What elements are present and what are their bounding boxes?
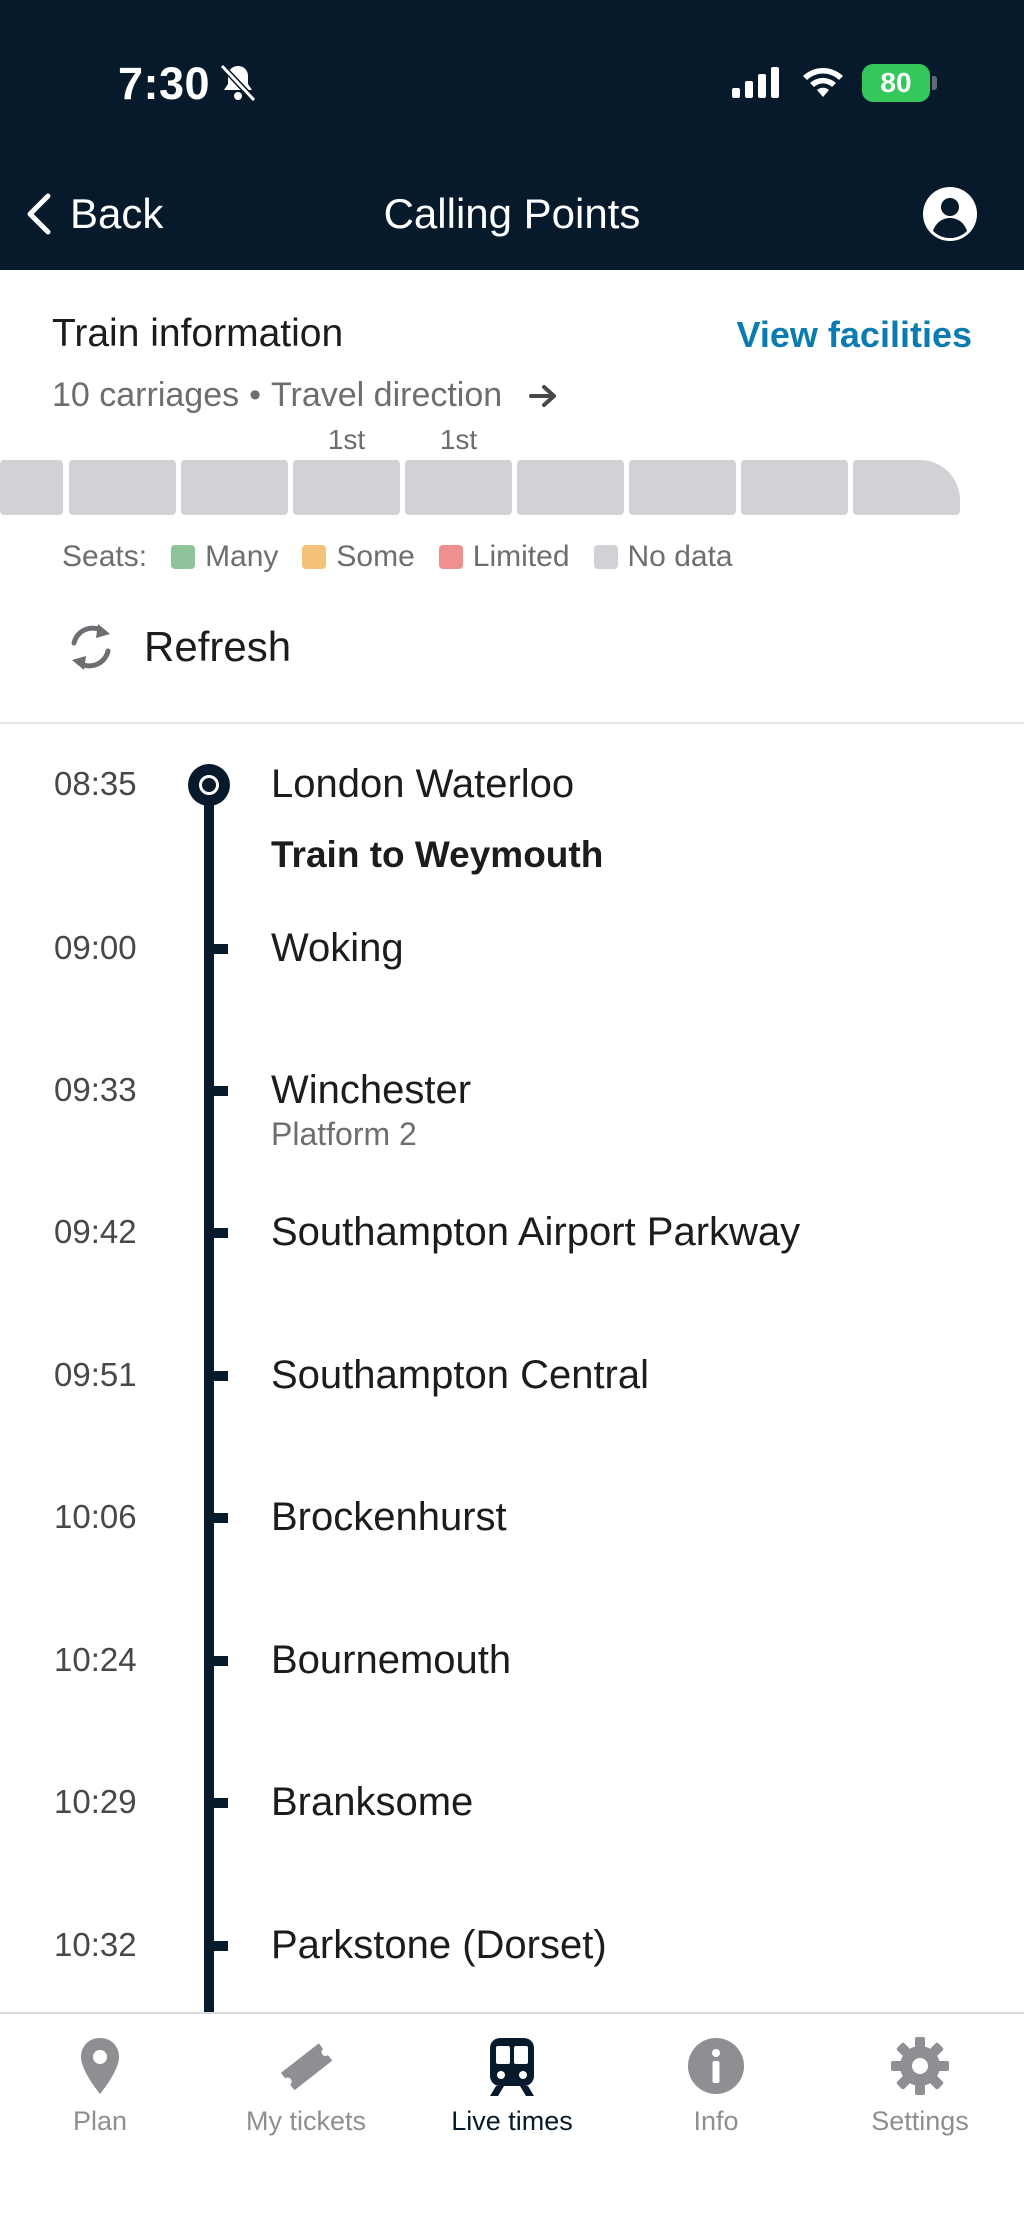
stop-time: 08:35 — [54, 765, 137, 802]
refresh-button[interactable]: Refresh — [64, 618, 291, 676]
carriage — [181, 460, 288, 515]
location-pin-icon — [81, 2038, 119, 2094]
gear-icon — [891, 2037, 949, 2095]
stop-time: 09:33 — [54, 1071, 137, 1108]
calling-point-row[interactable]: 09:42 Southampton Airport Parkway — [0, 1202, 1024, 1262]
carriage — [517, 460, 624, 515]
tab-label: Live times — [451, 2106, 573, 2136]
stop-name: Southampton Airport Parkway — [271, 1210, 801, 1254]
tab-live-times[interactable]: Live times — [412, 2034, 612, 2137]
chevron-left-icon — [27, 193, 51, 235]
stop-marker — [212, 1941, 228, 1951]
train-destination-heading: Train to Weymouth — [271, 834, 604, 875]
carriage — [0, 460, 63, 515]
travel-direction-label: Travel direction — [271, 376, 503, 414]
stop-name: Brockenhurst — [271, 1495, 507, 1539]
legend-swatch-no-data — [593, 545, 618, 569]
seats-legend: Seats: Many Some Limited No data — [62, 540, 733, 574]
stop-name: Bournemouth — [271, 1638, 512, 1682]
tab-label: Plan — [72, 2106, 128, 2136]
legend-label-limited: Limited — [472, 540, 570, 573]
divider — [0, 722, 1024, 724]
legend-title: Seats: — [62, 540, 148, 573]
stop-marker — [212, 1656, 228, 1666]
calling-point-row[interactable]: 08:35 London Waterloo — [0, 754, 1024, 814]
header: 7:30 80 Back Calling Points — [0, 0, 1024, 270]
stop-marker — [212, 1228, 228, 1238]
battery-indicator: 80 — [862, 64, 930, 102]
stop-time: 09:00 — [54, 929, 137, 966]
stop-name: Branksome — [271, 1780, 474, 1824]
stop-time: 10:29 — [54, 1783, 137, 1820]
refresh-icon — [71, 624, 111, 670]
calling-point-row[interactable]: 10:32 Parkstone (Dorset) — [0, 1915, 1024, 1975]
train-summary: 10 carriages • Travel direction — [52, 376, 560, 415]
train-icon — [490, 2038, 534, 2096]
stop-marker — [212, 1798, 228, 1808]
tab-label: My tickets — [245, 2106, 366, 2136]
first-class-label: 1st — [327, 424, 366, 455]
calling-point-row[interactable]: 10:24 Bournemouth — [0, 1630, 1024, 1690]
legend-swatch-many — [171, 545, 196, 569]
status-time: 7:30 — [118, 58, 211, 109]
legend-label-no-data: No data — [627, 540, 733, 573]
calling-point-row[interactable]: 09:33 Winchester Platform 2 — [0, 1060, 1024, 1152]
view-facilities-link[interactable]: View facilities — [737, 314, 972, 356]
tab-info[interactable]: Info — [616, 2034, 816, 2137]
stop-time: 10:06 — [54, 1498, 137, 1535]
ticket-icon — [280, 2043, 333, 2091]
tab-label: Info — [693, 2106, 739, 2136]
back-label: Back — [70, 190, 164, 237]
legend-label-some: Some — [336, 540, 415, 573]
calling-point-row[interactable]: 09:00 Woking — [0, 918, 1024, 978]
legend-label-many: Many — [205, 540, 279, 573]
profile-icon[interactable] — [922, 186, 978, 242]
info-icon — [688, 2038, 744, 2094]
stop-marker — [212, 944, 228, 954]
calling-point-row[interactable]: 10:06 Brockenhurst — [0, 1487, 1024, 1547]
separator-dot: • — [249, 376, 262, 414]
battery-tip — [932, 76, 937, 90]
carriage-first-class — [293, 460, 400, 515]
calling-point-row[interactable]: 09:51 Southampton Central — [0, 1345, 1024, 1405]
tab-bar: Plan My tickets Live times Info Settings — [0, 2012, 1024, 2228]
legend-swatch-limited — [438, 545, 463, 569]
train-info-title: Train information — [52, 312, 344, 355]
carriage — [741, 460, 848, 515]
stop-time: 09:51 — [54, 1356, 137, 1393]
stop-name: Woking — [271, 926, 404, 970]
tab-my-tickets[interactable]: My tickets — [206, 2034, 406, 2137]
stop-marker — [212, 1086, 228, 1096]
bell-slash-icon — [219, 63, 257, 103]
stop-time: 10:24 — [54, 1641, 137, 1678]
stop-name: Winchester — [271, 1068, 472, 1112]
calling-point-row[interactable]: 10:29 Branksome — [0, 1772, 1024, 1832]
stop-marker — [212, 1513, 228, 1523]
carriage — [629, 460, 736, 515]
stop-name: Southampton Central — [271, 1353, 650, 1397]
tab-settings[interactable]: Settings — [820, 2034, 1020, 2137]
refresh-label: Refresh — [144, 623, 292, 670]
stop-time: 10:32 — [54, 1926, 137, 1963]
cellular-signal-icon — [732, 67, 779, 98]
tab-label: Settings — [871, 2106, 969, 2136]
stop-marker — [212, 1371, 228, 1381]
battery-level: 80 — [880, 67, 912, 98]
stop-platform: Platform 2 — [271, 1116, 417, 1152]
back-button[interactable]: Back — [20, 186, 163, 242]
tab-plan[interactable]: Plan — [0, 2034, 200, 2137]
first-class-label: 1st — [439, 424, 478, 455]
legend-swatch-some — [302, 545, 327, 569]
stop-name: Parkstone (Dorset) — [271, 1923, 607, 1967]
arrow-right-icon — [529, 384, 557, 407]
wifi-icon — [803, 68, 843, 97]
stop-time: 09:42 — [54, 1213, 137, 1250]
carriage-front — [853, 460, 960, 515]
stop-name: London Waterloo — [271, 762, 575, 806]
carriage — [69, 460, 176, 515]
carriage-first-class — [405, 460, 512, 515]
carriage-count: 10 carriages — [52, 376, 240, 414]
